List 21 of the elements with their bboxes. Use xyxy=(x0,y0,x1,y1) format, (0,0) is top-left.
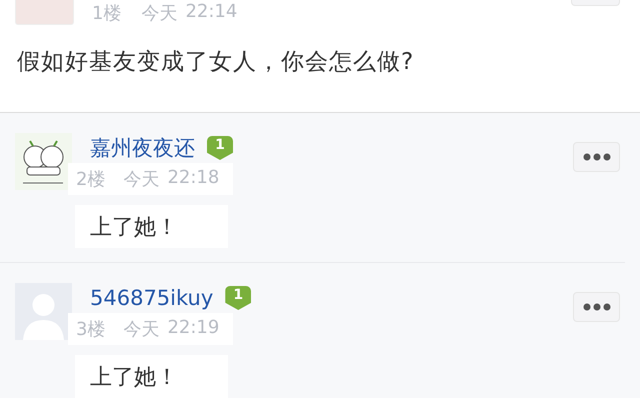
floor-number: 2楼 xyxy=(76,168,106,191)
more-icon xyxy=(582,153,610,161)
more-button[interactable] xyxy=(573,292,620,322)
post-title: 假如好基友变成了女人，你会怎么做? xyxy=(16,48,416,77)
level-badge: 1 xyxy=(207,136,233,160)
more-button[interactable] xyxy=(573,142,620,172)
user-name[interactable]: 546875ikuy xyxy=(90,286,214,310)
reply-text: 上了她！ xyxy=(75,355,228,398)
floor-number: 1楼 xyxy=(92,2,122,25)
post-day: 今天 xyxy=(141,1,178,25)
reply-text: 上了她！ xyxy=(75,205,228,248)
reply-day: 今天 xyxy=(123,167,160,191)
level-badge: 1 xyxy=(225,286,252,310)
user-name[interactable]: 嘉州夜夜还 xyxy=(90,134,195,162)
more-icon xyxy=(582,303,610,311)
reply-day: 今天 xyxy=(123,317,160,341)
reply-time: 22:19 xyxy=(167,317,220,340)
reply-time: 22:18 xyxy=(167,167,220,190)
floor-number: 3楼 xyxy=(76,318,106,341)
avatar-image xyxy=(15,0,74,25)
post-time: 22:14 xyxy=(185,1,238,24)
